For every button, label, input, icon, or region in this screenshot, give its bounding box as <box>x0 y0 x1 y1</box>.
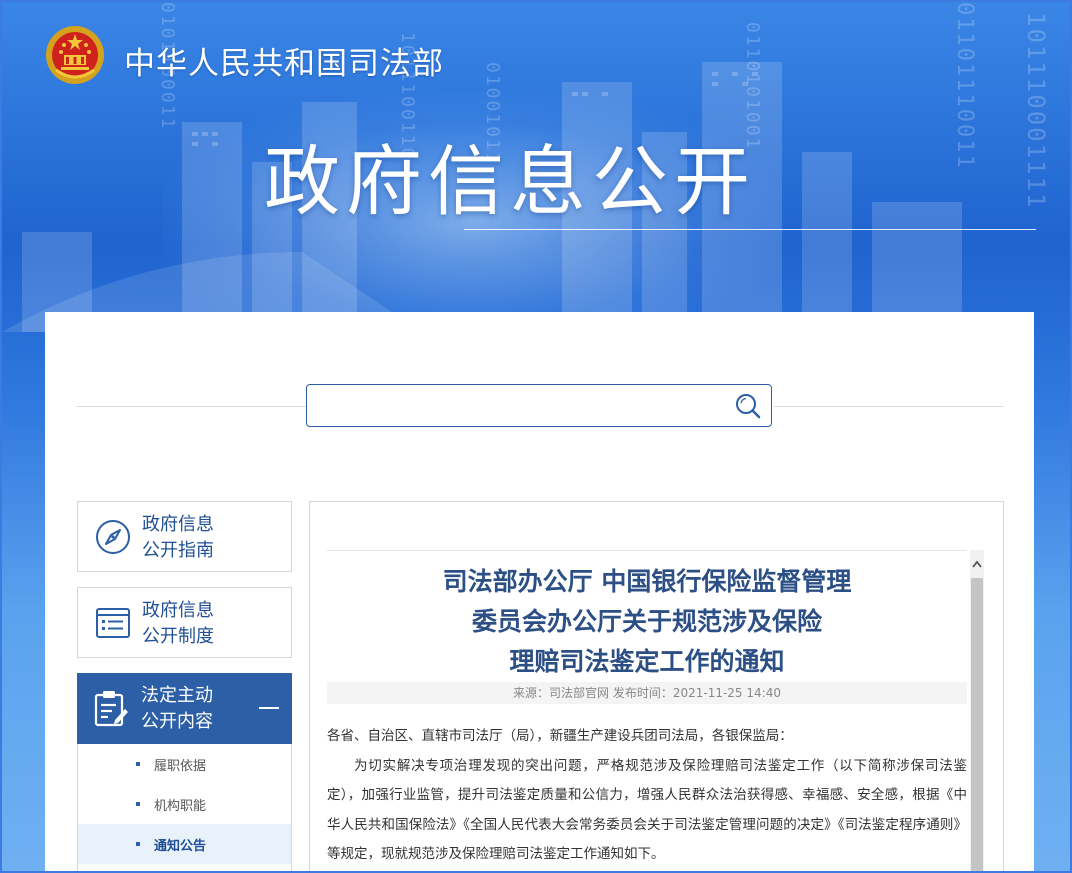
main-panel: 政府信息 公开指南 政府信息 公开制度 法定主动 公开内容 履职依据 机构职能 … <box>45 312 1034 871</box>
subnav-item-duties-basis[interactable]: 履职依据 <box>78 744 291 784</box>
sidebar-item-guide[interactable]: 政府信息 公开指南 <box>77 501 292 572</box>
article-meta: 来源：司法部官网 发布时间：2021-11-25 14:40 <box>327 682 967 704</box>
scrollbar-thumb[interactable] <box>971 578 983 871</box>
search-divider-left <box>76 406 306 407</box>
subnav-item-label: 通知公告 <box>154 839 207 854</box>
sidebar-label-line: 公开制度 <box>142 626 214 647</box>
bullet-icon <box>136 802 140 806</box>
bullet-icon <box>136 762 140 766</box>
scroll-up-icon[interactable] <box>970 550 984 578</box>
banner-divider <box>464 229 1036 230</box>
article-container: 司法部办公厅 中国银行保险监督管理 委员会办公厅关于规范涉及保险 理赔司法鉴定工… <box>309 501 1004 871</box>
edit-document-icon <box>94 691 128 727</box>
sidebar-item-label: 法定主动 公开内容 <box>141 683 241 735</box>
ministry-name[interactable]: 中华人民共和国司法部 <box>124 38 444 83</box>
subnav-item-notices[interactable]: 通知公告 <box>78 824 291 864</box>
search-box <box>306 384 772 427</box>
article-divider <box>327 550 967 551</box>
sidebar-label-line: 公开内容 <box>141 711 213 732</box>
sidebar-label-line: 公开指南 <box>142 540 214 561</box>
article-title-line: 理赔司法鉴定工作的通知 <box>509 647 785 676</box>
sidebar-item-label: 政府信息 公开指南 <box>142 512 242 564</box>
search-input[interactable] <box>317 391 721 421</box>
article-body: 各省、自治区、直辖市司法厅（局），新疆生产建设兵团司法局，各银保监局： 为切实解… <box>327 722 967 870</box>
sidebar-item-statutory-content[interactable]: 法定主动 公开内容 <box>77 673 292 744</box>
banner-title: 政府信息公开 <box>264 137 756 226</box>
sidebar-label-line: 法定主动 <box>141 685 213 706</box>
sidebar-item-label: 政府信息 公开制度 <box>142 598 242 650</box>
search-icon[interactable] <box>734 392 762 420</box>
compass-icon <box>96 520 130 554</box>
binary-decoration: 101110001111 <box>1022 12 1050 210</box>
article-salutation: 各省、自治区、直辖市司法厅（局），新疆生产建设兵团司法局，各银保监局： <box>327 728 793 744</box>
collapse-icon[interactable] <box>259 707 279 709</box>
article-title-line: 司法部办公厅 中国银行保险监督管理 <box>442 567 852 596</box>
article-title-line: 委员会办公厅关于规范涉及保险 <box>471 607 822 636</box>
national-emblem-icon <box>46 26 104 84</box>
sidebar-label-line: 政府信息 <box>142 600 214 621</box>
subnav-item-functions[interactable]: 机构职能 <box>78 784 291 824</box>
sidebar-subnav: 履职依据 机构职能 通知公告 <box>77 744 292 871</box>
sidebar-item-system[interactable]: 政府信息 公开制度 <box>77 587 292 658</box>
subnav-item-label: 履职依据 <box>154 759 207 774</box>
search-divider-right <box>774 406 1004 407</box>
article-paragraph: 为切实解决专项治理发现的突出问题，严格规范涉及保险理赔司法鉴定工作（以下简称涉保… <box>327 757 967 863</box>
scrollbar[interactable] <box>970 550 984 871</box>
bullet-icon <box>136 842 140 846</box>
page-frame: 0101100011 1011100110 0110101001 0110111… <box>0 0 1072 873</box>
sidebar-label-line: 政府信息 <box>142 514 214 535</box>
article-title: 司法部办公厅 中国银行保险监督管理 委员会办公厅关于规范涉及保险 理赔司法鉴定工… <box>327 562 967 682</box>
binary-decoration: 01101110011 <box>952 2 977 170</box>
subnav-item-label: 机构职能 <box>154 799 207 814</box>
list-document-icon <box>96 608 130 638</box>
